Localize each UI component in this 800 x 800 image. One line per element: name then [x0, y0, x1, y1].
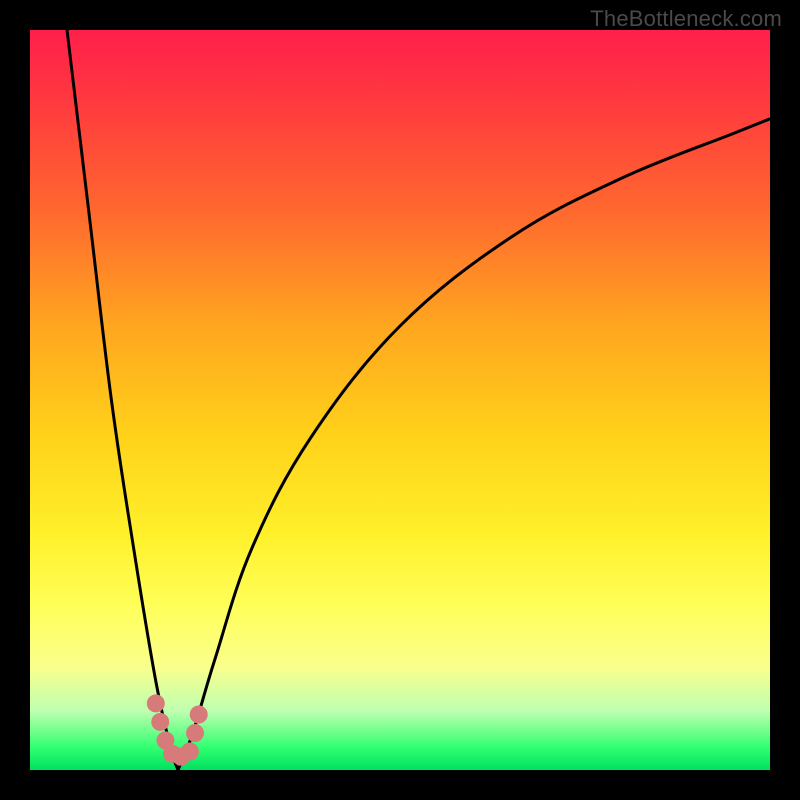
- chart-overlay-svg: [30, 30, 770, 770]
- marker-dot: [190, 706, 208, 724]
- marker-dot: [147, 694, 165, 712]
- plot-area: [30, 30, 770, 770]
- chart-frame: TheBottleneck.com: [0, 0, 800, 800]
- marker-dot: [181, 743, 199, 761]
- watermark-text: TheBottleneck.com: [590, 6, 782, 32]
- trough-markers: [147, 694, 208, 765]
- marker-dot: [151, 713, 169, 731]
- curve-right: [178, 119, 770, 770]
- curve-left: [67, 30, 178, 770]
- marker-dot: [186, 724, 204, 742]
